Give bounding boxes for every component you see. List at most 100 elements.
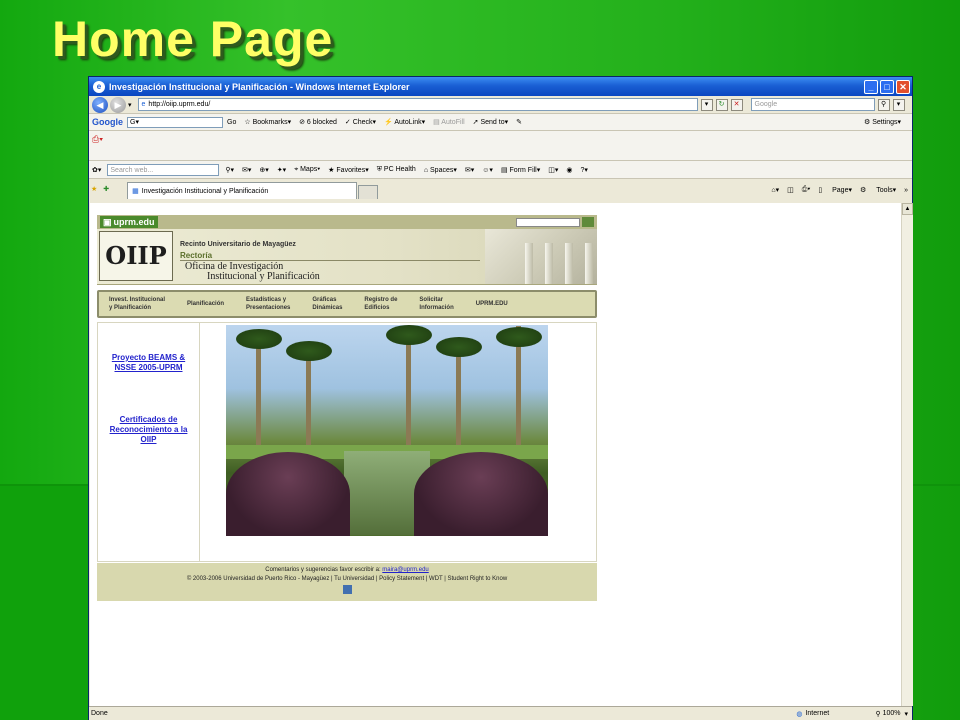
oiip-web-page: ▣ uprm.edu OIIP Recinto Universitario de… [97, 215, 597, 601]
site-search-button[interactable] [582, 217, 594, 227]
stop-button[interactable]: ✕ [730, 98, 743, 111]
site-search-input[interactable] [516, 217, 580, 227]
more-commands-icon[interactable]: » [904, 187, 908, 194]
google-search-input[interactable]: G▾ [127, 116, 223, 128]
forward-button[interactable]: ▶ [110, 96, 126, 113]
address-dropdown-button[interactable]: ▾ [700, 98, 713, 111]
page-menu-button[interactable]: ▯ Page▾ [818, 186, 852, 194]
highlight-icon[interactable]: ✎ [516, 118, 522, 126]
site-menu: Invest. Institucional y Planificación Pla… [97, 290, 597, 318]
uprm-logo[interactable]: ▣ uprm.edu [100, 216, 158, 228]
maps-button[interactable]: ⌖ Maps▾ [294, 166, 320, 174]
add-icon[interactable]: ⊕▾ [259, 166, 268, 174]
messenger-icon[interactable]: ✦▾ [277, 166, 286, 174]
scroll-up-icon[interactable]: ▲ [902, 203, 913, 215]
menu-item-invest[interactable]: Invest. Institucional y Planificación [109, 296, 165, 312]
print-icon[interactable]: ⎙▾ [802, 186, 811, 194]
check-label: Check [352, 119, 373, 126]
email-icon[interactable]: ✉▾ [465, 166, 474, 174]
tab-label: Investigación Institucional y Planificac… [141, 187, 269, 195]
settings-button[interactable]: ⚙ Settings▾ [864, 118, 901, 126]
minimize-button[interactable]: _ [864, 79, 878, 94]
globe-icon: ◍ [796, 710, 803, 718]
form-fill-button[interactable]: ▤ Form Fill▾ [501, 166, 540, 174]
mail-icon[interactable]: ✉▾ [242, 166, 251, 174]
footer-contact: Comentarios y sugerencias favor escribir… [97, 566, 597, 575]
close-button[interactable]: ✕ [896, 79, 910, 94]
zoom-icon[interactable]: ⚲ [875, 710, 880, 718]
spaces-button[interactable]: ⌂ Spaces▾ [424, 166, 457, 174]
plant-left [226, 452, 350, 536]
zoom-level[interactable]: 100% [883, 710, 901, 717]
menu-item-uprm[interactable]: UPRM.EDU [476, 300, 508, 308]
top-strip: ▣ uprm.edu [97, 215, 597, 229]
feeds-button-icon[interactable]: ◫ [787, 186, 794, 194]
new-tab-button[interactable] [358, 185, 379, 199]
send-to-button[interactable]: ➚ Send to▾ [473, 118, 508, 126]
garden-photo [226, 325, 548, 536]
zoom-dropdown-icon[interactable]: ▾ [904, 710, 908, 718]
live-search-button[interactable]: ⚲▾ [225, 166, 234, 174]
rectoria-label: Rectoría [180, 251, 213, 260]
link-beams-nsse[interactable]: Proyecto BEAMS & NSSE 2005-UPRM [98, 353, 199, 373]
history-dropdown-icon[interactable]: ▾ [128, 101, 132, 109]
feeds-icon[interactable]: ◫▾ [548, 166, 558, 174]
palm-fronds [236, 329, 282, 349]
windows-live-icon[interactable]: ✿▾ [92, 166, 101, 174]
uprm-logo-icon: ▣ [103, 216, 112, 227]
tools-menu-button[interactable]: ⚙ Tools▾ [860, 186, 896, 194]
help-icon[interactable]: ?▾ [581, 166, 588, 174]
bookmarks-button[interactable]: ☆ Bookmarks▾ [244, 118, 291, 126]
back-button[interactable]: ◀ [92, 96, 108, 113]
search-options-button[interactable]: ▾ [892, 98, 905, 111]
refresh-button[interactable]: ↻ [715, 98, 728, 111]
pc-health-button[interactable]: ⛨ PC Health [377, 166, 416, 174]
autofill-button[interactable]: ▤ AutoFill [433, 118, 465, 126]
add-favorites-icon[interactable]: ✚ [103, 185, 109, 193]
favorites-star-icon[interactable]: ★ [91, 185, 97, 193]
menu-item-graficas[interactable]: Gráficas Dinámicas [312, 296, 342, 312]
tools-menu-label: Tools [876, 187, 893, 194]
favorites-label: Favorites [336, 166, 366, 174]
palm-fronds [286, 341, 332, 361]
stats-icon[interactable] [342, 585, 352, 594]
search-button[interactable]: ⚲ [877, 98, 890, 111]
palm-fronds [496, 327, 542, 347]
building-photo [485, 229, 597, 284]
menu-item-estadisticas[interactable]: Estadísticas y Presentaciones [246, 296, 290, 312]
vertical-scrollbar[interactable]: ▲ [901, 203, 913, 706]
menu-item-registro[interactable]: Registro de Edificios [364, 296, 397, 312]
palm-fronds [386, 325, 432, 345]
slide-title: Home Page [52, 11, 334, 67]
windows-live-toolbar: ✿▾ Search web... ⚲▾ ✉▾ ⊕▾ ✦▾ ⌖ Maps▾ ★ F… [89, 161, 912, 179]
live-search-input[interactable]: Search web... [107, 163, 220, 176]
campus-name: Recinto Universitario de Mayagüez [180, 241, 296, 248]
maximize-button[interactable]: □ [880, 79, 894, 94]
spellcheck-button[interactable]: ✓ Check▾ [345, 118, 376, 126]
pdf-icon[interactable]: ⎙▾ [92, 134, 103, 145]
onecare-icon[interactable]: ◉ [566, 166, 572, 174]
oiip-logo: OIIP [99, 231, 173, 281]
extra-toolbar: ⎙▾ [89, 131, 912, 161]
search-input[interactable]: Google [750, 98, 875, 111]
address-field[interactable]: e http://oiip.uprm.edu/ [137, 98, 698, 111]
office-name-line2: Institucional y Planificación [207, 271, 320, 282]
popup-blocker-button[interactable]: ⊘ 6 blocked [299, 118, 337, 126]
menu-item-solicitar[interactable]: Solicitar Información [419, 296, 453, 312]
footer-email-link[interactable]: maira@uprm.edu [382, 567, 428, 573]
home-icon[interactable]: ⌂▾ [771, 186, 779, 194]
go-button[interactable]: Go [227, 119, 236, 126]
people-icon[interactable]: ☺▾ [482, 166, 493, 174]
tab-row: ★ ✚ ▦ Investigación Institucional y Plan… [89, 179, 912, 199]
menu-item-planificacion[interactable]: Planificación [187, 300, 224, 308]
favorites-button[interactable]: ★ Favorites▾ [328, 166, 369, 174]
link-certificados[interactable]: Certificados de Reconocimiento a la OIIP [98, 415, 199, 445]
palm-fronds [436, 337, 482, 357]
uprm-logo-text: uprm.edu [113, 217, 155, 227]
google-logo: Google [92, 117, 123, 127]
tab-current[interactable]: ▦ Investigación Institucional y Planific… [127, 182, 358, 199]
site-banner: OIIP Recinto Universitario de Mayagüez R… [97, 229, 597, 285]
building-column [585, 243, 593, 284]
zone-text: Internet [805, 710, 830, 717]
autolink-button[interactable]: ⚡ AutoLink▾ [384, 118, 425, 126]
